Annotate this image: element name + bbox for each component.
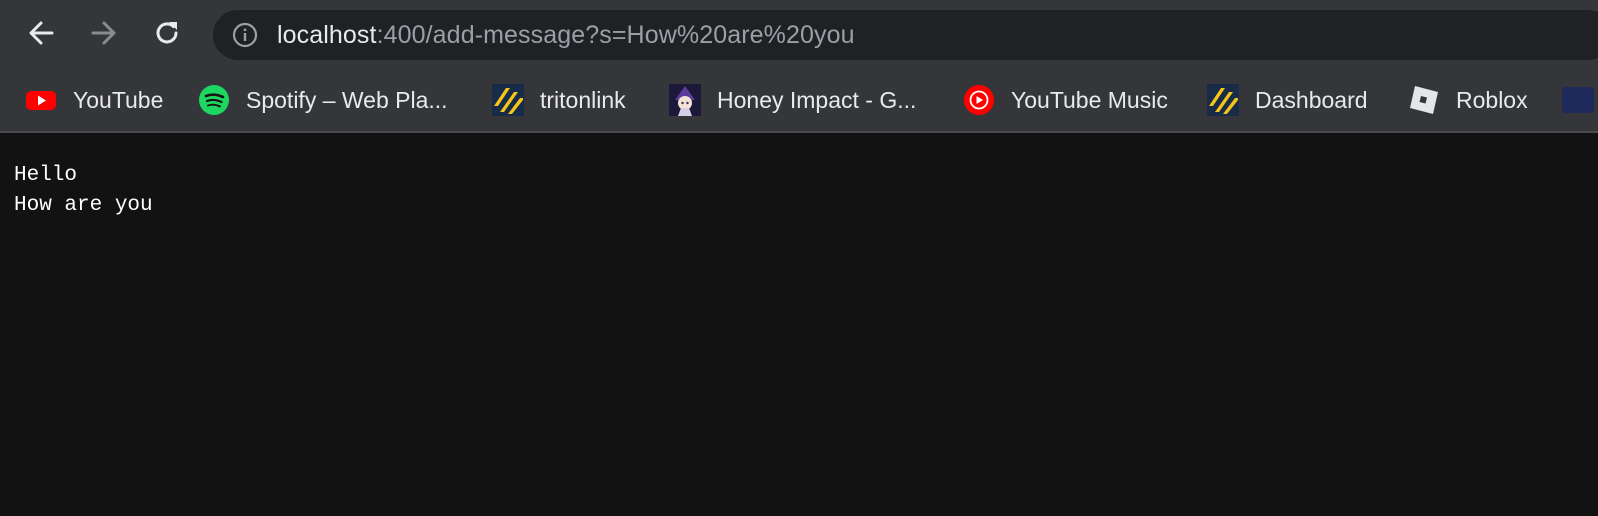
bookmark-roblox[interactable]: Roblox [1408,69,1528,131]
bookmark-youtube[interactable]: YouTube [25,69,163,131]
dashboard-icon [1207,84,1239,116]
youtube-icon [26,91,56,110]
bookmark-label: Roblox [1456,86,1528,113]
bookmark-spotify[interactable]: Spotify – Web Pla... [198,69,448,131]
page-content: Hello How are you [0,133,1598,516]
url-path: :400/add-message?s=How%20are%20you [376,21,855,49]
youtube-music-icon [964,85,994,115]
bookmark-label: Dashboard [1255,86,1368,113]
url-host: localhost [277,21,377,49]
bookmark-youtube-music[interactable]: YouTube Music [963,69,1168,131]
forward-button[interactable] [85,14,123,52]
message-line: Hello [14,164,78,187]
tritonlink-icon [492,84,524,116]
message-output: Hello How are you [14,161,153,221]
bookmark-label: YouTube Music [1011,86,1168,113]
bookmark-label: YouTube [73,86,164,113]
url-text[interactable]: localhost:400/add-message?s=How%20are%20… [277,21,855,49]
honey-impact-icon [669,84,701,116]
browser-toolbar: localhost:400/add-message?s=How%20are%20… [0,0,1598,69]
arrow-left-icon [29,21,54,45]
bookmark-honey-impact[interactable]: Honey Impact - G... [669,69,916,131]
bookmark-dashboard[interactable]: Dashboard [1207,69,1368,131]
bookmark-overflow-partial[interactable] [1562,69,1594,131]
reload-icon [156,22,178,44]
back-button[interactable] [22,14,60,52]
info-icon[interactable] [232,22,258,48]
bookmark-label: Honey Impact - G... [717,86,917,113]
arrow-right-icon [91,21,116,45]
address-bar[interactable]: localhost:400/add-message?s=How%20are%20… [213,10,1598,60]
spotify-icon [199,85,229,115]
message-line: How are you [14,194,153,217]
bookmark-favicon-partial-icon [1562,87,1594,113]
bookmark-label: Spotify – Web Pla... [246,86,448,113]
bookmark-tritonlink[interactable]: tritonlink [492,69,626,131]
roblox-icon [1410,86,1438,114]
reload-button[interactable] [148,14,186,52]
bookmarks-bar: YouTube Spotify – Web Pla... tritonlink [0,69,1598,133]
bookmark-label: tritonlink [540,86,626,113]
